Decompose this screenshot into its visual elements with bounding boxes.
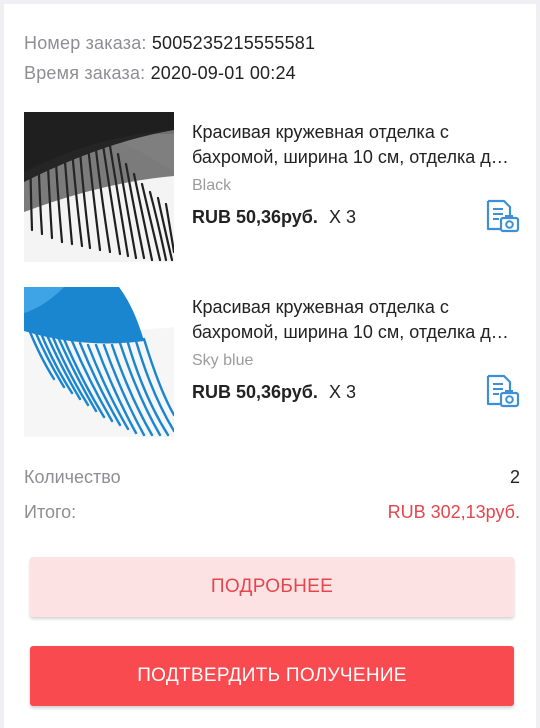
total-value: RUB 302,13руб. <box>387 502 520 522</box>
product-title[interactable]: Красивая кружевная отделка с бахромой, ш… <box>192 120 512 170</box>
fringe-black-image <box>24 112 174 262</box>
fringe-blue-image <box>24 287 174 437</box>
product-price-row: RUB 50,36руб. X 3 <box>192 207 356 228</box>
product-variant: Sky blue <box>192 352 254 369</box>
quantity-label: Количество <box>24 467 121 487</box>
order-number: Номер заказа: 5005235215555581 <box>24 33 315 54</box>
product-price: RUB 50,36руб. <box>192 207 318 227</box>
confirm-receipt-button[interactable]: ПОДТВЕРДИТЬ ПОЛУЧЕНИЕ <box>30 646 514 706</box>
product-variant: Black <box>192 177 232 194</box>
quantity-row: Количество 2 <box>24 467 520 488</box>
product-item[interactable]: Красивая кружевная отделка с бахромой, ш… <box>24 287 520 437</box>
order-time-label: Время заказа: <box>24 63 146 83</box>
product-quantity: X 3 <box>328 207 356 227</box>
order-number-value: 5005235215555581 <box>151 33 316 53</box>
total-row: Итого: RUB 302,13руб. <box>24 502 520 523</box>
product-image[interactable] <box>24 287 174 437</box>
order-time-value: 2020-09-01 00:24 <box>150 63 296 83</box>
product-price-row: RUB 50,36руб. X 3 <box>192 382 356 403</box>
product-item[interactable]: Красивая кружевная отделка с бахромой, ш… <box>24 112 520 262</box>
receipt-photo-icon[interactable] <box>484 373 520 409</box>
order-time: Время заказа: 2020-09-01 00:24 <box>24 63 296 84</box>
details-button[interactable]: ПОДРОБНЕЕ <box>30 557 514 617</box>
product-image[interactable] <box>24 112 174 262</box>
total-label: Итого: <box>24 502 77 522</box>
quantity-value: 2 <box>509 467 520 487</box>
product-price: RUB 50,36руб. <box>192 382 318 402</box>
order-number-label: Номер заказа: <box>24 33 147 53</box>
order-card: Номер заказа: 5005235215555581 Время зак… <box>4 4 536 728</box>
product-title[interactable]: Красивая кружевная отделка с бахромой, ш… <box>192 295 512 345</box>
product-quantity: X 3 <box>328 382 356 402</box>
receipt-photo-icon[interactable] <box>484 198 520 234</box>
